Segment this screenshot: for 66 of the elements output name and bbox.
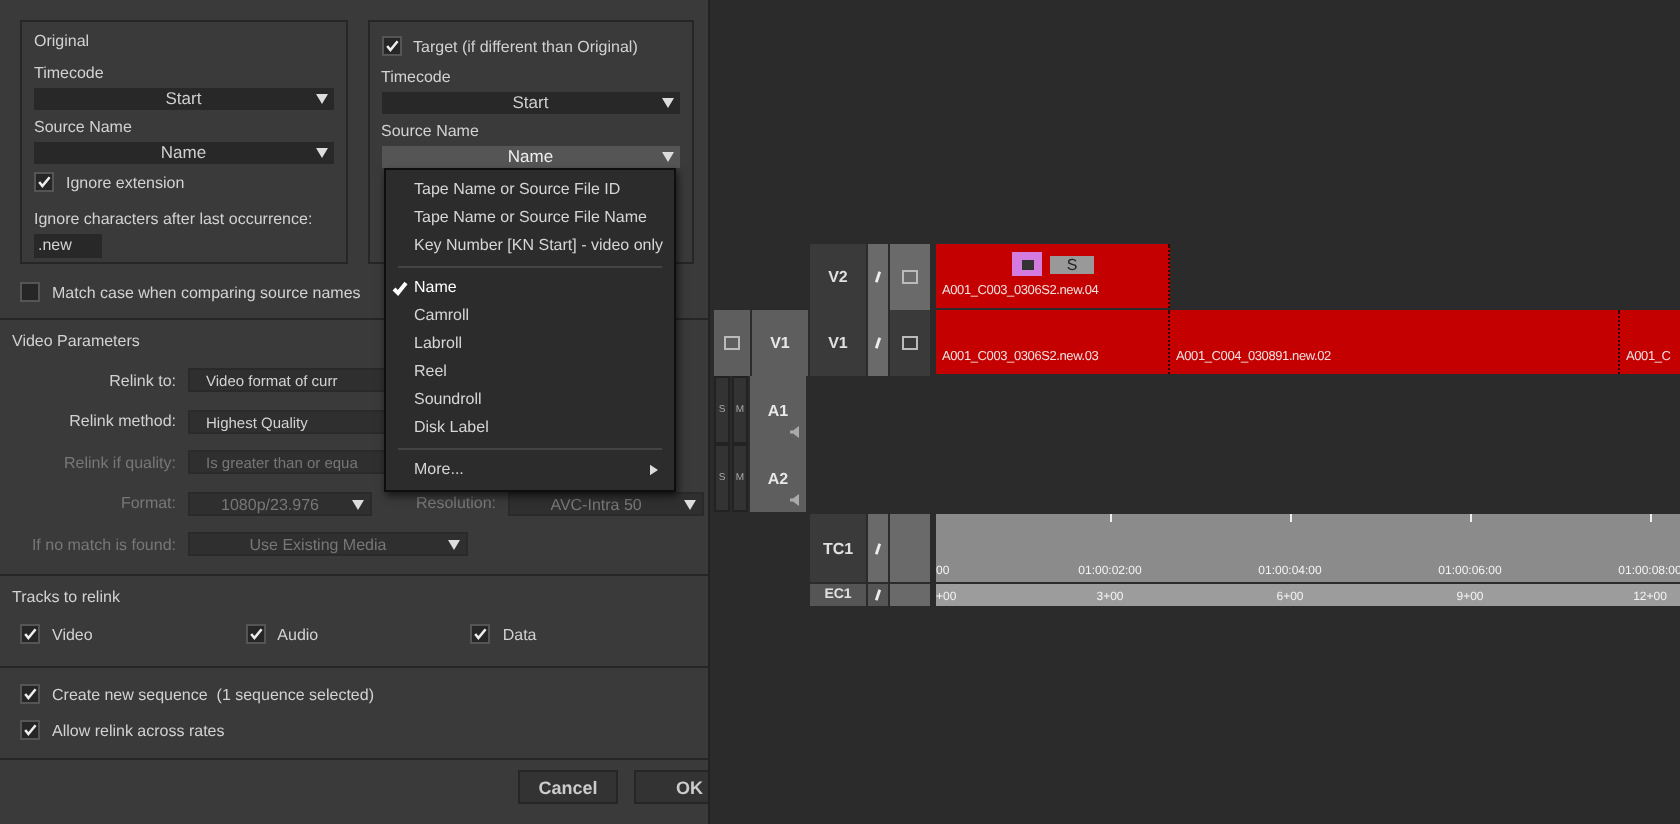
input-field[interactable]: .new bbox=[34, 234, 102, 258]
checkbox-label: Target (if different than Original) bbox=[413, 37, 638, 55]
menu-item[interactable]: Tape Name or Source File ID bbox=[386, 176, 674, 204]
lock-toggle[interactable] bbox=[868, 244, 888, 310]
track-selector[interactable]: V2 bbox=[810, 244, 866, 310]
monitor-toggle[interactable] bbox=[714, 310, 750, 376]
slash-icon bbox=[874, 588, 882, 602]
field-label: Format: bbox=[118, 494, 178, 513]
checkbox-label: Video bbox=[52, 625, 93, 643]
checkbox[interactable] bbox=[20, 684, 40, 704]
checkbox[interactable] bbox=[34, 172, 54, 192]
field-label: Relink to: bbox=[107, 371, 178, 390]
checkbox[interactable] bbox=[20, 282, 40, 302]
speaker-icon bbox=[790, 494, 802, 506]
track-selector[interactable]: A1 bbox=[750, 376, 806, 444]
checkbox[interactable] bbox=[470, 624, 491, 644]
source-name-dropdown[interactable]: Name bbox=[34, 142, 333, 164]
source-name-dropdown[interactable]: Name bbox=[381, 146, 680, 168]
field-label: Relink if quality: bbox=[61, 453, 178, 472]
lock-toggle[interactable] bbox=[868, 310, 888, 376]
lock-toggle[interactable] bbox=[868, 514, 888, 582]
menu-item[interactable]: Labroll bbox=[386, 330, 674, 358]
checkbox[interactable] bbox=[20, 720, 40, 740]
slash-icon bbox=[874, 541, 882, 555]
lock-toggle[interactable] bbox=[868, 584, 888, 606]
clip-badge: S bbox=[1050, 255, 1094, 273]
ok-button[interactable]: OK bbox=[634, 770, 708, 804]
checkbox-label: Audio bbox=[277, 625, 319, 643]
menu-item[interactable]: Tape Name or Source File Name bbox=[386, 204, 674, 232]
checkmark-icon bbox=[392, 280, 408, 296]
track-selector[interactable]: A2 bbox=[750, 444, 806, 512]
checkbox-label: Match case when comparing source names bbox=[52, 283, 361, 301]
field-label: Source Name bbox=[381, 122, 481, 142]
timecode-dropdown[interactable]: Start bbox=[381, 92, 680, 114]
checkbox-label: Allow relink across rates bbox=[52, 721, 225, 739]
checkbox[interactable] bbox=[245, 624, 266, 644]
monitor-toggle[interactable] bbox=[890, 310, 930, 376]
checkbox[interactable] bbox=[20, 624, 40, 644]
timecode-dropdown[interactable]: Start bbox=[34, 88, 333, 110]
field-label: Ignore characters after last occurrence: bbox=[34, 210, 315, 228]
checkbox-label: Data bbox=[502, 625, 537, 643]
cancel-button[interactable]: Cancel bbox=[518, 770, 618, 804]
field-label: Timecode bbox=[34, 64, 106, 84]
panel-title: Original bbox=[34, 32, 92, 54]
checkbox-label: Create new sequence (1 sequence selected) bbox=[52, 685, 374, 703]
speaker-icon bbox=[790, 426, 802, 438]
checkbox-label: Ignore extension bbox=[66, 173, 185, 191]
monitor-toggle[interactable] bbox=[890, 244, 930, 310]
field-label: If no match is found: bbox=[29, 535, 178, 554]
field-label: Source Name bbox=[34, 118, 134, 138]
section-title: Video Parameters bbox=[12, 332, 140, 354]
checkbox[interactable] bbox=[381, 36, 401, 56]
menu-item[interactable]: Name bbox=[386, 274, 674, 302]
field-label: Relink method: bbox=[67, 412, 178, 431]
effect-icon bbox=[1012, 252, 1042, 276]
field-label: Resolution: bbox=[414, 494, 499, 513]
section-title: Tracks to relink bbox=[12, 588, 120, 610]
slash-icon bbox=[874, 270, 882, 284]
slash-icon bbox=[874, 336, 882, 350]
submenu-arrow-icon bbox=[650, 464, 658, 476]
track-selector[interactable]: V1 bbox=[810, 310, 866, 376]
field-label: Timecode bbox=[381, 68, 453, 88]
menu-item[interactable]: Key Number [KN Start] - video only bbox=[386, 232, 674, 260]
track-label: TC1 bbox=[810, 514, 866, 582]
track-selector[interactable]: V1 bbox=[752, 310, 808, 376]
menu-item[interactable]: Camroll bbox=[386, 302, 674, 330]
